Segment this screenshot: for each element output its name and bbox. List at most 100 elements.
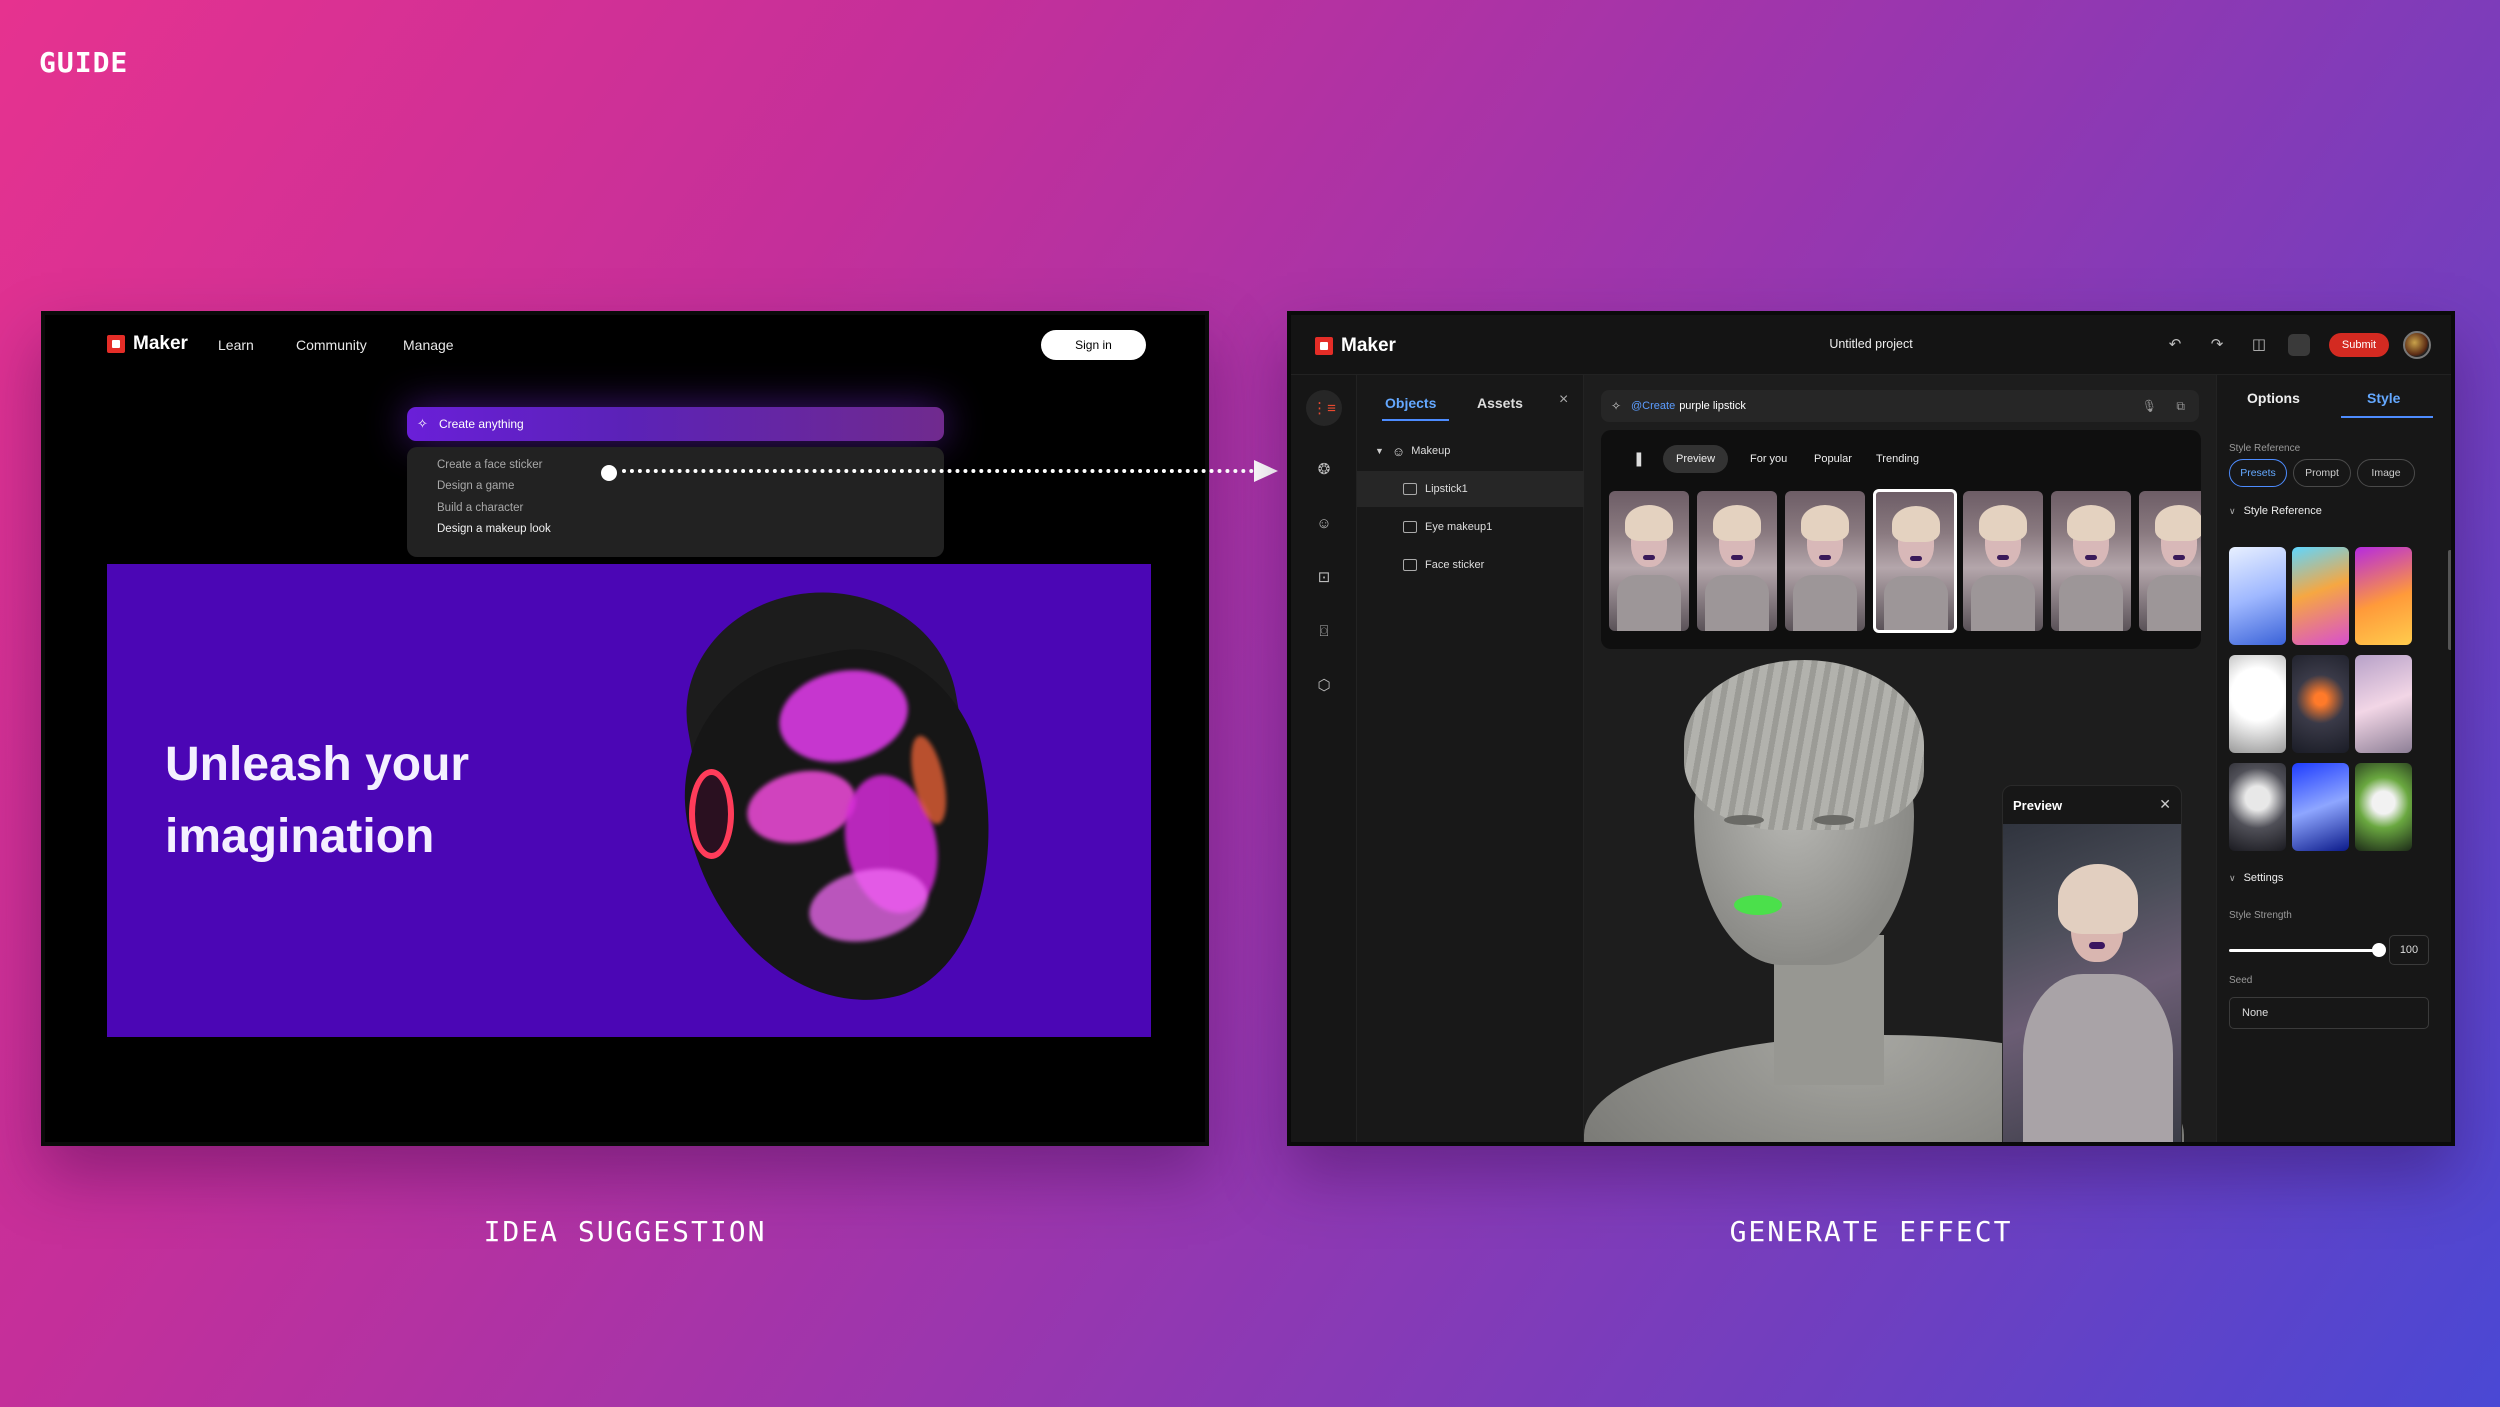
tab-underline (1382, 419, 1449, 421)
prompt-input[interactable]: ✧ @Create purple lipstick 🎙 ⧉ (1601, 390, 2199, 422)
tab-assets[interactable]: Assets (1477, 395, 1523, 411)
gallery-thumb-selected[interactable] (1873, 489, 1957, 633)
camera-frame-icon[interactable]: ⌼ (1306, 613, 1342, 649)
gallery-thumb[interactable] (2139, 491, 2201, 631)
settings-section[interactable]: ∨ Settings (2229, 872, 2283, 884)
style-preset[interactable] (2355, 547, 2412, 645)
chevron-down-icon: ∨ (2229, 872, 2236, 883)
avatar[interactable] (2403, 331, 2431, 359)
mode-image[interactable]: Image (2357, 459, 2415, 487)
style-preset[interactable] (2355, 763, 2412, 851)
filter-trending[interactable]: Trending (1863, 445, 1932, 473)
flow-arrow-line (622, 469, 1262, 473)
style-preset[interactable] (2355, 655, 2412, 753)
suggestion-gallery: ❚ Preview For you Popular Trending (1601, 430, 2201, 649)
left-tool-rail: ⋮≡ ❂ ☺ ⊡ ⌼ ⬡ (1291, 375, 1357, 1142)
tab-underline (2341, 416, 2433, 418)
preview-title: Preview (2013, 798, 2063, 813)
generate-effect-window: Maker Untitled project ↶ ↷ ◫ Submit ⋮≡ ❂… (1287, 311, 2455, 1146)
effects-icon[interactable]: ❂ (1306, 451, 1342, 487)
face-icon[interactable]: ☺ (1306, 505, 1342, 541)
mode-prompt[interactable]: Prompt (2293, 459, 2351, 487)
suggestion-item-active[interactable]: Design a makeup look (437, 523, 551, 535)
filter-for-you[interactable]: For you (1737, 445, 1800, 473)
sign-in-button[interactable]: Sign in (1041, 330, 1146, 360)
suggestion-item[interactable]: Build a character (437, 502, 523, 514)
nav-learn[interactable]: Learn (218, 337, 254, 353)
style-strength-input[interactable]: 100 (2389, 935, 2429, 965)
style-strength-slider[interactable] (2229, 949, 2379, 952)
submit-button[interactable]: Submit (2329, 333, 2389, 357)
hero-line-2: imagination (165, 810, 435, 863)
caption-right: GENERATE EFFECT (1729, 1215, 2013, 1248)
face-icon: ☺ (1391, 443, 1406, 459)
caption-left: IDEA SUGGESTION (483, 1215, 767, 1248)
flow-arrow-head (1254, 460, 1278, 482)
tree-item-lipstick[interactable]: Lipstick1 (1357, 471, 1584, 507)
hero-line-1: Unleash your (165, 738, 470, 791)
maker-logo[interactable]: Maker (107, 333, 188, 355)
filter-preview[interactable]: Preview (1663, 445, 1729, 473)
nav-manage[interactable]: Manage (403, 337, 454, 353)
prompt-mention: @Create (1631, 400, 1676, 412)
style-preset[interactable] (2229, 547, 2286, 645)
hero-headline: Unleash your imagination (165, 729, 469, 873)
tab-options[interactable]: Options (2247, 390, 2300, 406)
connector-dot (601, 465, 617, 481)
project-title[interactable]: Untitled project (1291, 337, 2451, 351)
microphone-icon[interactable]: 🎙 (2142, 399, 2157, 413)
scrollbar[interactable] (2448, 550, 2451, 650)
mode-presets[interactable]: Presets (2229, 459, 2287, 487)
style-reference-label: Style Reference (2229, 443, 2301, 454)
style-reference-section[interactable]: ∨ Style Reference (2229, 505, 2322, 517)
close-icon[interactable]: ✕ (2159, 796, 2171, 813)
chevron-down-icon[interactable]: ▼ (1375, 446, 1384, 456)
bookmark-icon[interactable]: ❚ (1633, 450, 1645, 467)
tree-label: Face sticker (1425, 559, 1485, 571)
image-icon (1403, 521, 1417, 533)
create-placeholder: Create anything (439, 417, 524, 431)
style-preset[interactable] (2292, 655, 2349, 753)
suggestion-item[interactable]: Design a game (437, 480, 514, 492)
style-preset[interactable] (2292, 547, 2349, 645)
redo-icon[interactable]: ↷ (2207, 335, 2227, 355)
cube-icon[interactable]: ⬡ (1306, 667, 1342, 703)
face-tracking-icon[interactable]: ⊡ (1306, 559, 1342, 595)
tree-item-face-sticker[interactable]: Face sticker (1357, 547, 1584, 583)
tab-objects[interactable]: Objects (1385, 395, 1436, 411)
editor-toolbar: Maker Untitled project ↶ ↷ ◫ Submit (1291, 315, 2451, 375)
layout-icon[interactable]: ◫ (2249, 335, 2269, 355)
top-nav: Maker Learn Community Manage Sign in (45, 315, 1205, 375)
close-icon[interactable]: × (1559, 391, 1568, 409)
tree-item-eye-makeup[interactable]: Eye makeup1 (1357, 509, 1584, 545)
mannequin-hair (1684, 660, 1924, 830)
gallery-thumb[interactable] (1609, 491, 1689, 631)
image-upload-icon[interactable]: ⧉ (2176, 399, 2185, 414)
style-preset[interactable] (2292, 763, 2349, 851)
style-preset[interactable] (2229, 763, 2286, 851)
mannequin-eye (1814, 815, 1854, 825)
image-icon (1403, 483, 1417, 495)
slider-knob[interactable] (2372, 943, 2386, 957)
scene-canvas[interactable]: ✧ @Create purple lipstick 🎙 ⧉ ❚ Preview … (1584, 375, 2216, 1142)
gallery-thumb[interactable] (2051, 491, 2131, 631)
undo-icon[interactable]: ↶ (2165, 335, 2185, 355)
create-input[interactable]: ✧ Create anything (407, 407, 944, 441)
gallery-thumb[interactable] (1785, 491, 1865, 631)
image-icon (1403, 559, 1417, 571)
tree-item-makeup[interactable]: ▼ ☺ Makeup (1357, 433, 1584, 469)
tree-label: Lipstick1 (1425, 483, 1468, 495)
prompt-text: purple lipstick (1679, 400, 1746, 412)
tab-style[interactable]: Style (2367, 390, 2400, 406)
style-preset[interactable] (2229, 655, 2286, 753)
green-lips[interactable] (1734, 895, 1782, 915)
phone-icon[interactable] (2288, 334, 2310, 356)
section-title: Style Reference (2243, 505, 2322, 517)
seed-input[interactable]: None (2229, 997, 2429, 1029)
suggestion-item[interactable]: Create a face sticker (437, 459, 542, 471)
gallery-thumb[interactable] (1963, 491, 2043, 631)
gallery-thumb[interactable] (1697, 491, 1777, 631)
filter-popular[interactable]: Popular (1801, 445, 1865, 473)
nav-community[interactable]: Community (296, 337, 367, 353)
hierarchy-icon[interactable]: ⋮≡ (1306, 390, 1342, 426)
